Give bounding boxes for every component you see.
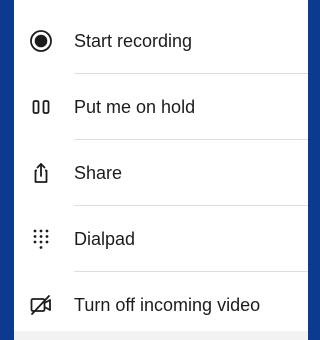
menu-item-turn-off-incoming-video[interactable]: Turn off incoming video xyxy=(14,272,308,338)
menu-item-start-recording[interactable]: Start recording xyxy=(14,8,308,74)
menu-item-dialpad[interactable]: Dialpad xyxy=(14,206,308,272)
menu-item-put-me-on-hold[interactable]: Put me on hold xyxy=(14,74,308,140)
pause-icon xyxy=(28,94,54,120)
menu-item-label: Put me on hold xyxy=(74,96,196,117)
sheet-bottom-edge xyxy=(14,331,308,340)
menu-item-label: Share xyxy=(74,162,123,183)
dialpad-icon xyxy=(28,226,54,252)
menu-item-label: Dialpad xyxy=(74,228,136,249)
more-options-menu: Start recording Put me on hold Share Dia… xyxy=(14,8,308,338)
menu-item-share[interactable]: Share xyxy=(14,140,308,206)
more-options-sheet: Start recording Put me on hold Share Dia… xyxy=(14,0,308,340)
video-off-icon xyxy=(28,292,54,318)
menu-item-label: Start recording xyxy=(74,30,193,51)
call-screen-background: Start recording Put me on hold Share Dia… xyxy=(0,0,308,340)
share-icon xyxy=(28,160,54,186)
menu-item-label: Turn off incoming video xyxy=(74,294,261,315)
record-icon xyxy=(28,28,54,54)
